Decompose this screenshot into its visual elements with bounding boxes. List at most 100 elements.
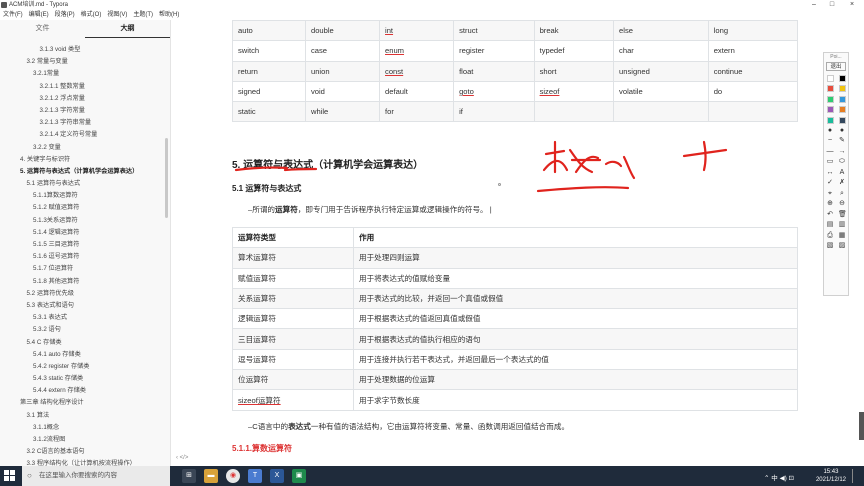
outline-item[interactable]: 5. 运算符与表达式（计算机学会运算表达） (0, 166, 170, 178)
pen-color-swatch[interactable] (838, 95, 846, 103)
chrome-icon[interactable]: ◉ (226, 469, 240, 483)
pen-color-swatch[interactable] (838, 85, 846, 93)
tab-files[interactable]: 文件 (0, 20, 85, 38)
pen-tool-grid: ● ● ~ ✎ — → ▭ ⬭ ↔ A ✓ ✗ ⌖ ⌕ ⊕ ⊖ ↶ 🗑 ▤ ▥ ⎙ ▦ ▧ ▨ (824, 73, 848, 252)
outline-item[interactable]: 3.1.3 void 类型 (0, 44, 170, 56)
outline-item[interactable]: 4. 关键字与标识符 (0, 154, 170, 166)
outline-item[interactable]: 3.2 常量与变量 (0, 56, 170, 68)
outline-item[interactable]: 3.2.1.3 字符串常量 (0, 117, 170, 129)
close-button[interactable]: × (842, 0, 862, 10)
outline-item[interactable]: 3.1.2流程图 (0, 434, 170, 446)
outline-item[interactable]: 5.3.2 语句 (0, 324, 170, 336)
menu-file[interactable]: 文件(F) (3, 10, 23, 20)
outline-item[interactable]: 3.2.1常量 (0, 68, 170, 80)
pen-tool-icon[interactable]: ↔ (826, 169, 834, 177)
outline-item[interactable]: 5.1.2 赋值运算符 (0, 202, 170, 214)
outline-item[interactable]: 3.2.1.4 定义符号常量 (0, 129, 170, 141)
sidebar: 文件 大纲 3.1.3 void 类型 3.2 常量与变量 3.2.1常量 3.2.1… (0, 20, 171, 466)
outline-item[interactable]: 3.2.1.2 浮点常量 (0, 93, 170, 105)
pen-tool-icon[interactable]: ⌖ (826, 190, 834, 198)
pen-color-swatch[interactable] (838, 116, 846, 124)
outline-item[interactable]: 3.1.1概念 (0, 422, 170, 434)
pen-color-swatch[interactable] (826, 74, 834, 82)
taskbar-search-box[interactable]: ○ 在这里输入你要搜索的内容 (22, 466, 170, 486)
outline-item[interactable]: 5.3 表达式和语句 (0, 300, 170, 312)
outline-item[interactable]: 3.2 C语言的基本语句 (0, 446, 170, 458)
outline-item[interactable]: 3.2.1.3 字符常量 (0, 105, 170, 117)
outline-item[interactable]: 3.2.2 变量 (0, 142, 170, 154)
outline-item[interactable]: 5.1 运算符与表达式 (0, 178, 170, 190)
outline-item[interactable]: 3.1 算法 (0, 410, 170, 422)
pen-tool-icon[interactable]: ✗ (838, 179, 846, 187)
pen-tool-icon[interactable]: ⬭ (838, 158, 846, 166)
pen-color-swatch[interactable] (826, 85, 834, 93)
pen-tool-icon[interactable]: ▭ (826, 158, 834, 166)
task-view-icon[interactable]: ⊞ (182, 469, 196, 483)
minimize-button[interactable]: – (804, 0, 824, 10)
outline-item[interactable]: 5.1.3关系运算符 (0, 215, 170, 227)
outline-item[interactable]: 5.4.1 auto 存储类 (0, 349, 170, 361)
pen-color-swatch[interactable] (838, 74, 846, 82)
windows-start-icon[interactable] (4, 470, 15, 481)
pen-color-swatch[interactable] (826, 95, 834, 103)
pen-tool-icon[interactable]: — (826, 148, 834, 156)
pen-tool-row: ⎙ ▦ (824, 231, 848, 242)
pen-tool-icon[interactable]: ⌕ (838, 190, 846, 198)
clock[interactable]: 15:43 2021/12/12 (816, 468, 846, 484)
pen-exit-button[interactable]: 退出 (826, 62, 846, 71)
typora-taskbar-icon[interactable]: T (248, 469, 262, 483)
outline-item[interactable]: 5.1.7 位运算符 (0, 263, 170, 275)
sidebar-scrollbar[interactable] (165, 138, 168, 218)
menu-view[interactable]: 视图(V) (107, 10, 127, 20)
app-taskbar-icon-2[interactable]: ▣ (292, 469, 306, 483)
outline-item[interactable]: 第三章 结构化程序设计 (0, 397, 170, 409)
outline-item[interactable]: 5.4 C 存储类 (0, 337, 170, 349)
pen-tool-icon[interactable]: ✓ (826, 179, 834, 187)
pen-tool-icon[interactable]: ✎ (838, 137, 846, 145)
outline-item[interactable]: 5.4.2 register 存储类 (0, 361, 170, 373)
pen-tool-icon[interactable]: ⊖ (838, 200, 846, 208)
outline-item[interactable]: 5.1.8 其他运算符 (0, 276, 170, 288)
maximize-button[interactable]: □ (822, 0, 842, 10)
outline-item[interactable]: 5.3.1 表达式 (0, 312, 170, 324)
outline-item[interactable]: 5.1.6 逗号运算符 (0, 251, 170, 263)
outline-item[interactable]: 5.4.4 extern 存储类 (0, 385, 170, 397)
pen-color-swatch[interactable] (838, 106, 846, 114)
file-explorer-icon[interactable]: ▬ (204, 469, 218, 483)
pen-tool-icon[interactable]: ▤ (826, 221, 834, 229)
pen-tool-icon[interactable]: ● (826, 127, 834, 135)
pen-tool-icon[interactable]: 🗑 (838, 211, 847, 219)
pen-tool-row: ⌖ ⌕ (824, 189, 848, 200)
pen-tool-icon[interactable]: A (838, 169, 846, 177)
system-tray[interactable]: ⌃ 中 ◀) ⊡ (764, 472, 794, 482)
menu-paragraph[interactable]: 段落(P) (55, 10, 75, 20)
app-taskbar-icon-1[interactable]: X (270, 469, 284, 483)
outline-item[interactable]: 3.2.1.1 整数常量 (0, 81, 170, 93)
menu-edit[interactable]: 编辑(E) (29, 10, 49, 20)
outline-item[interactable]: 5.2 运算符优先级 (0, 288, 170, 300)
outline-item[interactable]: 5.1.5 三目运算符 (0, 239, 170, 251)
editor[interactable]: auto double int struct break else long switch ca… (172, 20, 864, 466)
notification-icon[interactable] (852, 469, 862, 483)
pen-color-swatch[interactable] (826, 116, 834, 124)
outline-item[interactable]: 5.4.3 static 存储类 (0, 373, 170, 385)
pen-tool-icon[interactable]: ▧ (826, 242, 834, 250)
pen-tool-icon[interactable]: ▥ (838, 221, 846, 229)
pen-tool-icon[interactable]: ▦ (838, 232, 846, 240)
pen-tool-icon[interactable]: → (838, 148, 846, 156)
outline-item[interactable]: 3.3 程序结构化（让计算机按流程操作） (0, 458, 170, 466)
pen-tool-icon[interactable]: ⎙ (826, 232, 834, 240)
pen-tool-icon[interactable]: ↶ (826, 211, 834, 219)
pen-tool-icon[interactable]: ~ (826, 137, 834, 145)
pen-tool-icon[interactable]: ▨ (838, 242, 846, 250)
editor-scrollbar[interactable] (859, 412, 864, 440)
outline-item[interactable]: 5.1.1算数运算符 (0, 190, 170, 202)
menu-help[interactable]: 帮助(H) (159, 10, 179, 20)
outline-item[interactable]: 5.1.4 逻辑运算符 (0, 227, 170, 239)
tab-outline[interactable]: 大纲 (85, 20, 170, 38)
pen-tool-icon[interactable]: ⊕ (826, 200, 834, 208)
menu-theme[interactable]: 主题(T) (133, 10, 153, 20)
pen-tool-icon[interactable]: ● (838, 127, 846, 135)
menu-format[interactable]: 格式(O) (81, 10, 102, 20)
pen-color-swatch[interactable] (826, 106, 834, 114)
